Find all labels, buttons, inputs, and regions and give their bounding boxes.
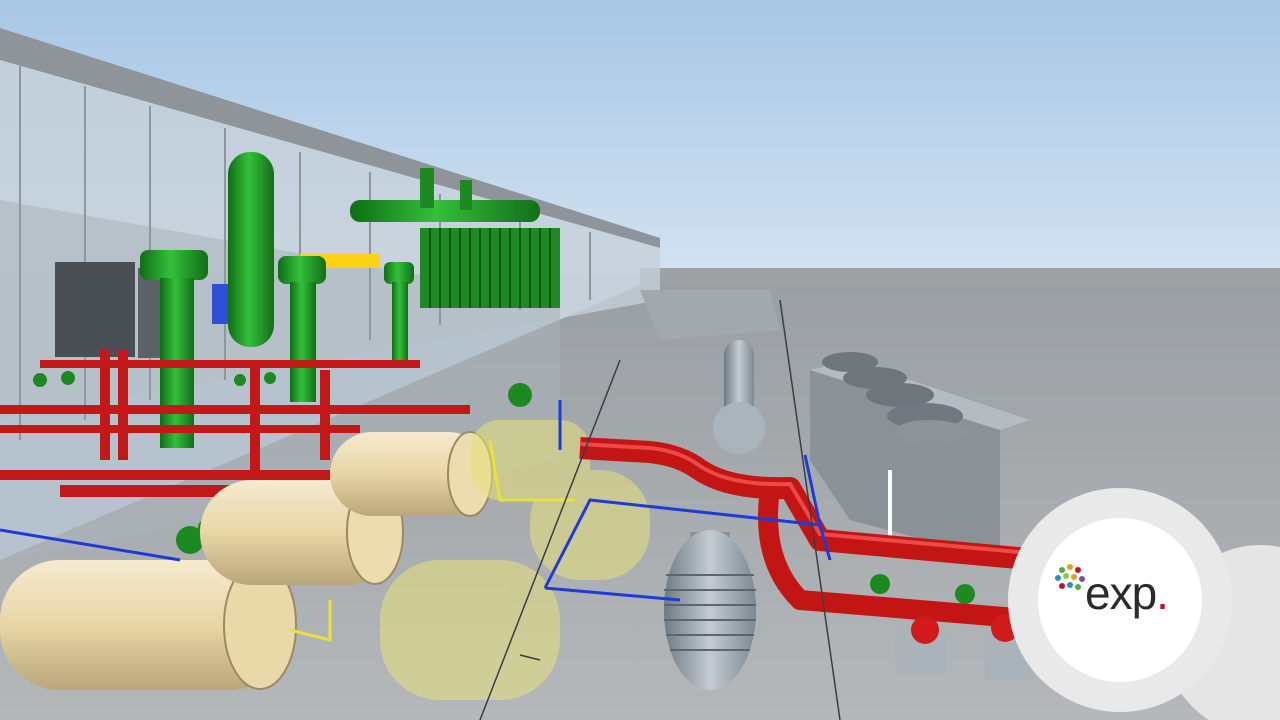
- blue-panel: [212, 284, 230, 324]
- green-riser-pipe: [290, 282, 316, 402]
- green-riser-pipe: [384, 262, 414, 284]
- green-riser: [460, 180, 472, 210]
- green-separator-tank: [140, 250, 208, 280]
- exp-logo-wordmark: exp.: [1085, 567, 1169, 619]
- logo-text: exp: [1085, 567, 1157, 619]
- bim-3d-viewport: exp.: [0, 0, 1280, 720]
- logo-dot: .: [1156, 567, 1169, 619]
- green-separator-tank: [278, 256, 326, 284]
- gray-expansion-tank-front: [664, 530, 756, 690]
- green-riser: [420, 168, 434, 208]
- electrical-panel: [55, 262, 135, 357]
- green-riser-pipe: [392, 282, 408, 362]
- green-separator-tank: [228, 152, 274, 347]
- green-header-pipe: [350, 200, 540, 222]
